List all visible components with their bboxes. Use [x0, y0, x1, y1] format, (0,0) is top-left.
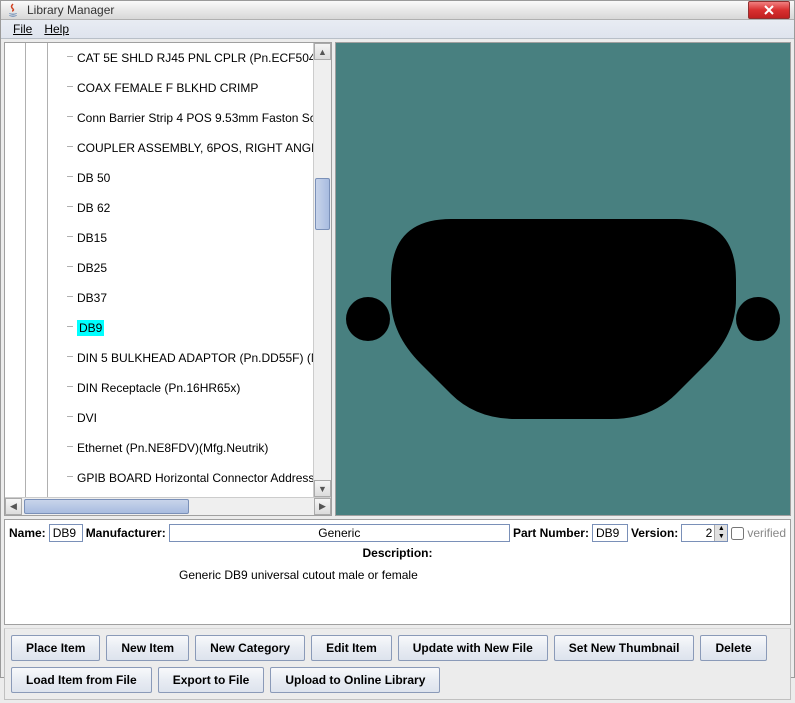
tree-item[interactable]: DVI	[25, 407, 313, 429]
export-to-file-button[interactable]: Export to File	[158, 667, 265, 693]
vertical-scroll-thumb[interactable]	[315, 178, 330, 230]
horizontal-scrollbar[interactable]: ◀ ▶	[5, 497, 331, 515]
menubar: File Help	[1, 20, 794, 39]
scroll-left-arrow[interactable]: ◀	[5, 498, 22, 515]
scroll-down-arrow[interactable]: ▼	[314, 480, 331, 497]
library-tree[interactable]: CAT 5E SHLD RJ45 PNL CPLR (Pn.ECF504-SC5…	[5, 43, 313, 497]
new-item-button[interactable]: New Item	[106, 635, 189, 661]
version-up[interactable]: ▲	[714, 525, 727, 533]
tree-item[interactable]: COAX FEMALE F BLKHD CRIMP	[25, 77, 313, 99]
version-label: Version:	[631, 526, 678, 540]
set-new-thumbnail-button[interactable]: Set New Thumbnail	[554, 635, 695, 661]
tree-item[interactable]: GPIB BOARD Horizontal Connector Address	[25, 467, 313, 489]
version-down[interactable]: ▼	[714, 533, 727, 541]
window-title: Library Manager	[27, 3, 748, 17]
tree-item[interactable]: DB15	[25, 227, 313, 249]
tree-item[interactable]: COUPLER ASSEMBLY, 6POS, RIGHT ANGLE	[25, 137, 313, 159]
app-window: Library Manager File Help CAT 5E SHLD RJ…	[0, 0, 795, 678]
content-area: CAT 5E SHLD RJ45 PNL CPLR (Pn.ECF504-SC5…	[1, 39, 794, 703]
scroll-right-arrow[interactable]: ▶	[314, 498, 331, 515]
tree-item[interactable]: DB 50	[25, 167, 313, 189]
tree-item[interactable]: Ethernet (Pn.NE8FDV)(Mfg.Neutrik)	[25, 437, 313, 459]
horizontal-scroll-thumb[interactable]	[24, 499, 189, 514]
place-item-button[interactable]: Place Item	[11, 635, 100, 661]
tree-item[interactable]: DIN 5 BULKHEAD ADAPTOR (Pn.DD55F) (Mfg.S…	[25, 347, 313, 369]
preview-pane	[335, 42, 791, 516]
upload-to-online-library-button[interactable]: Upload to Online Library	[270, 667, 440, 693]
verified-checkbox[interactable]	[731, 527, 744, 540]
description-label: Description:	[9, 544, 786, 562]
version-value[interactable]	[682, 525, 714, 541]
tree-item[interactable]: CAT 5E SHLD RJ45 PNL CPLR (Pn.ECF504-SC5…	[25, 47, 313, 69]
manufacturer-label: Manufacturer:	[86, 526, 166, 540]
partnum-field[interactable]	[592, 524, 628, 542]
action-buttons-panel: Place ItemNew ItemNew CategoryEdit ItemU…	[4, 628, 791, 700]
partnum-label: Part Number:	[513, 526, 589, 540]
tree-item[interactable]: DB 62	[25, 197, 313, 219]
tree-item[interactable]: Conn Barrier Strip 4 POS 9.53mm Faston S…	[25, 107, 313, 129]
new-category-button[interactable]: New Category	[195, 635, 305, 661]
upper-split: CAT 5E SHLD RJ45 PNL CPLR (Pn.ECF504-SC5…	[4, 42, 791, 516]
description-text: Generic DB9 universal cutout male or fem…	[9, 562, 786, 622]
db9-connector-icon	[336, 43, 790, 515]
name-label: Name:	[9, 526, 46, 540]
menu-help[interactable]: Help	[38, 20, 75, 38]
update-with-new-file-button[interactable]: Update with New File	[398, 635, 548, 661]
version-spinner[interactable]: ▲ ▼	[681, 524, 728, 542]
load-item-from-file-button[interactable]: Load Item from File	[11, 667, 152, 693]
delete-button[interactable]: Delete	[700, 635, 766, 661]
tree-item[interactable]: DB25	[25, 257, 313, 279]
tree-panel: CAT 5E SHLD RJ45 PNL CPLR (Pn.ECF504-SC5…	[4, 42, 332, 516]
name-field[interactable]	[49, 524, 83, 542]
scroll-up-arrow[interactable]: ▲	[314, 43, 331, 60]
edit-item-button[interactable]: Edit Item	[311, 635, 392, 661]
tree-item[interactable]: DB37	[25, 287, 313, 309]
menu-file[interactable]: File	[7, 20, 38, 38]
details-form: Name: Manufacturer: Part Number: Version…	[4, 519, 791, 625]
verified-label: verified	[747, 526, 786, 540]
titlebar: Library Manager	[1, 1, 794, 20]
vertical-scrollbar[interactable]: ▲ ▼	[313, 43, 331, 497]
java-app-icon	[5, 2, 21, 18]
tree-item[interactable]: DB9	[25, 317, 313, 339]
close-button[interactable]	[748, 1, 790, 19]
manufacturer-field[interactable]	[169, 524, 510, 542]
tree-item[interactable]: DIN Receptacle (Pn.16HR65x)	[25, 377, 313, 399]
